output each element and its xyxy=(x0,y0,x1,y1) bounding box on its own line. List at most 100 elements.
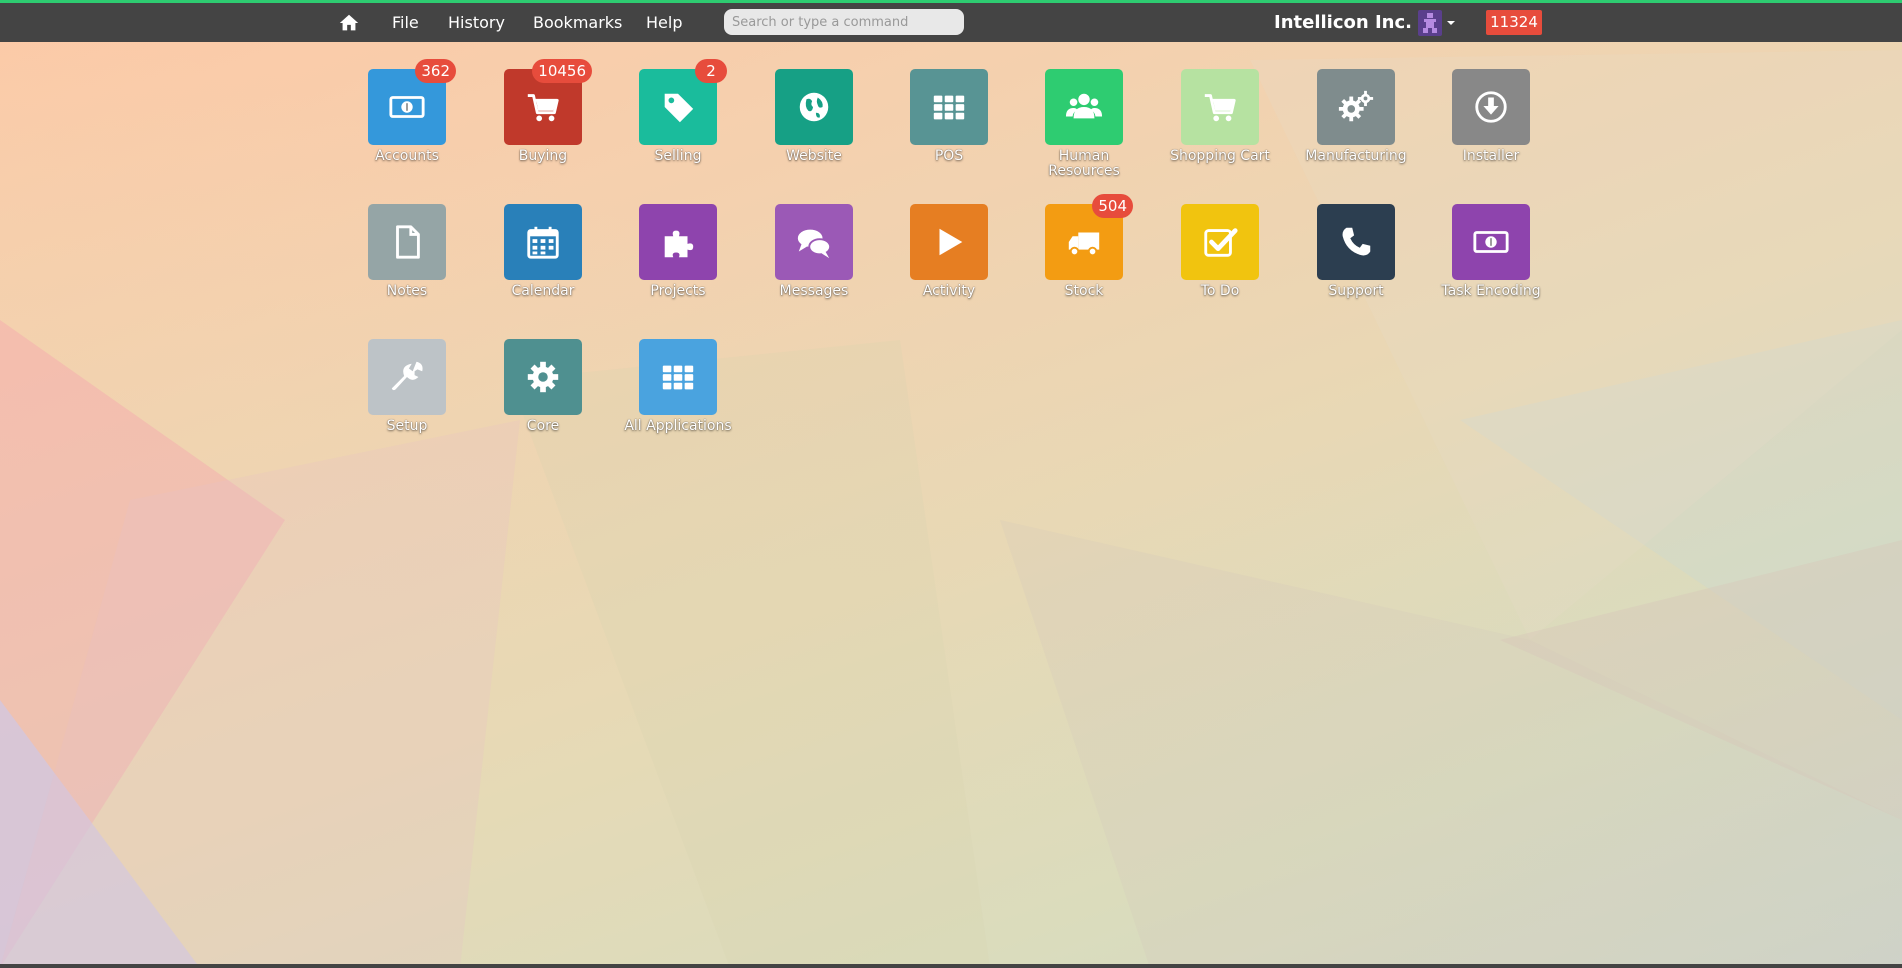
app-buying[interactable]: 10456 Buying xyxy=(475,59,611,164)
users-icon xyxy=(1065,88,1103,126)
app-label: To Do xyxy=(1200,283,1240,299)
company-brand[interactable]: Intellicon Inc. xyxy=(1274,3,1412,42)
app-website[interactable]: Website xyxy=(746,69,882,164)
app-core[interactable]: Core xyxy=(475,339,611,434)
app-tile[interactable] xyxy=(775,204,853,280)
notification-count-badge[interactable]: 11324 xyxy=(1486,10,1542,35)
app-pos[interactable]: POS xyxy=(881,69,1017,164)
app-support[interactable]: Support xyxy=(1288,204,1424,299)
app-tile[interactable] xyxy=(1181,69,1259,145)
app-tile[interactable] xyxy=(368,204,446,280)
app-notes[interactable]: Notes xyxy=(339,204,475,299)
bottom-bar xyxy=(0,964,1902,968)
comments-icon xyxy=(795,223,833,261)
app-to-do[interactable]: To Do xyxy=(1152,204,1288,299)
app-tile[interactable] xyxy=(368,339,446,415)
app-tile[interactable]: 362 xyxy=(368,59,456,145)
app-stock[interactable]: 504 Stock xyxy=(1016,194,1152,299)
app-label: Selling xyxy=(654,148,702,164)
app-tile[interactable] xyxy=(1452,204,1530,280)
wrench-icon xyxy=(388,358,426,396)
app-label: Setup xyxy=(386,418,428,434)
user-avatar-icon[interactable] xyxy=(1418,10,1442,36)
app-label: Projects xyxy=(650,283,706,299)
app-selling[interactable]: 2 Selling xyxy=(610,59,746,164)
money-icon xyxy=(388,88,426,126)
calendar-icon xyxy=(524,223,562,261)
app-tile[interactable]: 10456 xyxy=(504,59,592,145)
app-tile[interactable] xyxy=(639,204,717,280)
notification-badge: 2 xyxy=(695,59,727,83)
app-label: Shopping Cart xyxy=(1170,148,1270,164)
menu-file[interactable]: File xyxy=(392,3,419,42)
app-shopping-cart[interactable]: Shopping Cart xyxy=(1152,69,1288,164)
play-icon xyxy=(930,223,968,261)
grid-icon xyxy=(930,88,968,126)
app-installer[interactable]: Installer xyxy=(1423,69,1559,164)
phone-icon xyxy=(1337,223,1375,261)
app-messages[interactable]: Messages xyxy=(746,204,882,299)
user-menu-caret-icon[interactable] xyxy=(1447,21,1455,25)
gear-icon xyxy=(524,358,562,396)
app-tile[interactable] xyxy=(639,339,717,415)
app-label: Core xyxy=(526,418,560,434)
app-tile[interactable] xyxy=(1452,69,1530,145)
app-activity[interactable]: Activity xyxy=(881,204,1017,299)
menu-bookmarks[interactable]: Bookmarks xyxy=(533,3,622,42)
app-human-resources[interactable]: Human Resources xyxy=(1016,69,1152,179)
notification-badge: 362 xyxy=(415,59,456,83)
globe-icon xyxy=(795,88,833,126)
app-setup[interactable]: Setup xyxy=(339,339,475,434)
app-task-encoding[interactable]: Task Encoding xyxy=(1423,204,1559,299)
cart-icon xyxy=(1201,88,1239,126)
grid-icon xyxy=(659,358,697,396)
app-label: POS xyxy=(934,148,964,164)
check-icon xyxy=(1201,223,1239,261)
app-label: Buying xyxy=(518,148,568,164)
app-tile[interactable] xyxy=(1317,69,1395,145)
app-label: Support xyxy=(1328,283,1384,299)
menu-help[interactable]: Help xyxy=(646,3,682,42)
app-label: Stock xyxy=(1064,283,1104,299)
app-accounts[interactable]: 362 Accounts xyxy=(339,59,475,164)
notification-badge: 504 xyxy=(1092,194,1133,218)
app-label: Installer xyxy=(1462,148,1520,164)
home-icon[interactable] xyxy=(338,12,360,34)
app-label: Human Resources xyxy=(1048,148,1120,179)
app-label: Task Encoding xyxy=(1441,283,1541,299)
app-tile[interactable] xyxy=(775,69,853,145)
search-input[interactable] xyxy=(724,9,964,35)
app-calendar[interactable]: Calendar xyxy=(475,204,611,299)
app-tile[interactable]: 504 xyxy=(1045,194,1133,280)
app-label: Calendar xyxy=(511,283,575,299)
app-manufacturing[interactable]: Manufacturing xyxy=(1288,69,1424,164)
app-label: Messages xyxy=(779,283,849,299)
puzzle-icon xyxy=(659,223,697,261)
truck-icon xyxy=(1065,223,1103,261)
app-projects[interactable]: Projects xyxy=(610,204,746,299)
app-tile[interactable] xyxy=(1181,204,1259,280)
app-label: Activity xyxy=(922,283,976,299)
app-tile[interactable] xyxy=(1045,69,1123,145)
app-label: All Applications xyxy=(624,418,732,434)
notification-badge: 10456 xyxy=(532,59,592,83)
cogs-icon xyxy=(1337,88,1375,126)
tag-icon xyxy=(659,88,697,126)
app-tile[interactable] xyxy=(504,204,582,280)
app-label: Website xyxy=(786,148,842,164)
app-tile[interactable] xyxy=(1317,204,1395,280)
app-label: Manufacturing xyxy=(1305,148,1407,164)
app-tile[interactable] xyxy=(504,339,582,415)
file-icon xyxy=(388,223,426,261)
app-label: Accounts xyxy=(375,148,439,164)
app-label: Notes xyxy=(386,283,428,299)
menu-history[interactable]: History xyxy=(448,3,505,42)
app-tile[interactable] xyxy=(910,69,988,145)
download-icon xyxy=(1472,88,1510,126)
app-tile[interactable]: 2 xyxy=(639,59,727,145)
money-icon xyxy=(1472,223,1510,261)
cart-icon xyxy=(524,88,562,126)
navbar: File History Bookmarks Help Intellicon I… xyxy=(0,3,1902,42)
app-all-applications[interactable]: All Applications xyxy=(610,339,746,434)
app-tile[interactable] xyxy=(910,204,988,280)
